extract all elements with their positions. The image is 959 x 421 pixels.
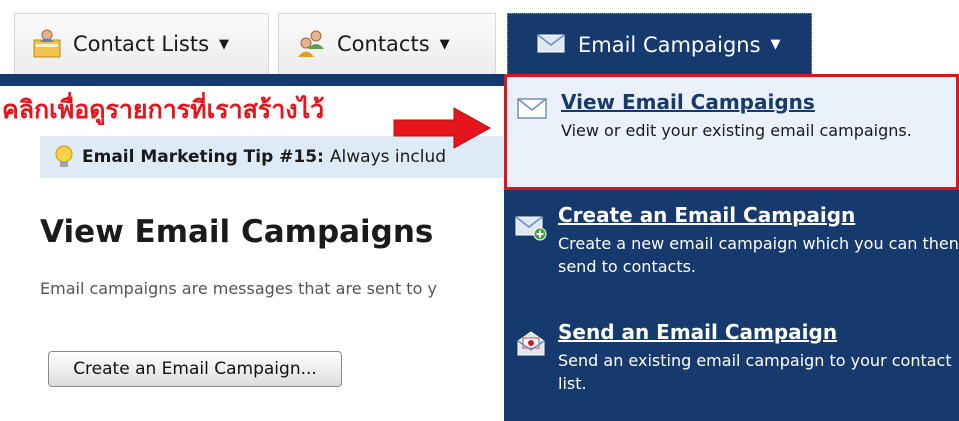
tip-title: Email Marketing Tip #15: — [82, 147, 324, 167]
contact-lists-icon — [31, 29, 65, 59]
chevron-down-icon: ▼ — [439, 36, 450, 52]
tab-contacts[interactable]: Contacts ▼ — [278, 13, 496, 74]
menu-item-title[interactable]: View Email Campaigns — [561, 89, 956, 115]
menu-item-description: View or edit your existing email campaig… — [561, 121, 912, 140]
send-envelope-icon — [514, 329, 548, 359]
envelope-icon — [536, 30, 570, 60]
envelope-icon — [515, 93, 549, 123]
chevron-down-icon: ▼ — [219, 36, 230, 52]
tab-contacts-label: Contacts — [337, 32, 430, 56]
contacts-icon — [295, 29, 329, 59]
lightbulb-icon — [52, 144, 76, 170]
menu-item-description: Send an existing email campaign to your … — [558, 351, 952, 393]
tab-contact-lists[interactable]: Contact Lists ▼ — [14, 13, 269, 74]
email-campaigns-dropdown: View Email Campaigns View or edit your e… — [504, 74, 959, 421]
top-nav: Contact Lists ▼ Contacts ▼ Email Campaig… — [0, 0, 959, 76]
annotation-label: คลิกเพื่อดูรายการที่เราสร้างไว้ — [2, 95, 325, 124]
menu-item-title[interactable]: Send an Email Campaign — [558, 319, 959, 345]
chevron-down-icon: ▼ — [770, 37, 781, 52]
menu-item-send-email-campaign[interactable]: Send an Email Campaign Send an existing … — [504, 317, 959, 417]
menu-item-view-email-campaigns[interactable]: View Email Campaigns View or edit your e… — [504, 74, 959, 190]
menu-item-create-email-campaign[interactable]: Create an Email Campaign Create a new em… — [504, 200, 959, 300]
annotation-arrow-icon — [392, 106, 492, 150]
menu-item-description: Create a new email campaign which you ca… — [558, 234, 959, 276]
tab-email-campaigns-label: Email Campaigns — [578, 32, 761, 57]
menu-item-title[interactable]: Create an Email Campaign — [558, 202, 959, 228]
create-email-campaign-button[interactable]: Create an Email Campaign... — [48, 351, 342, 387]
page-title: View Email Campaigns — [40, 214, 434, 250]
tab-email-campaigns[interactable]: Email Campaigns ▼ — [507, 13, 812, 76]
new-envelope-icon — [514, 212, 548, 242]
page-description: Email campaigns are messages that are se… — [40, 279, 437, 298]
tab-contact-lists-label: Contact Lists — [73, 32, 210, 56]
